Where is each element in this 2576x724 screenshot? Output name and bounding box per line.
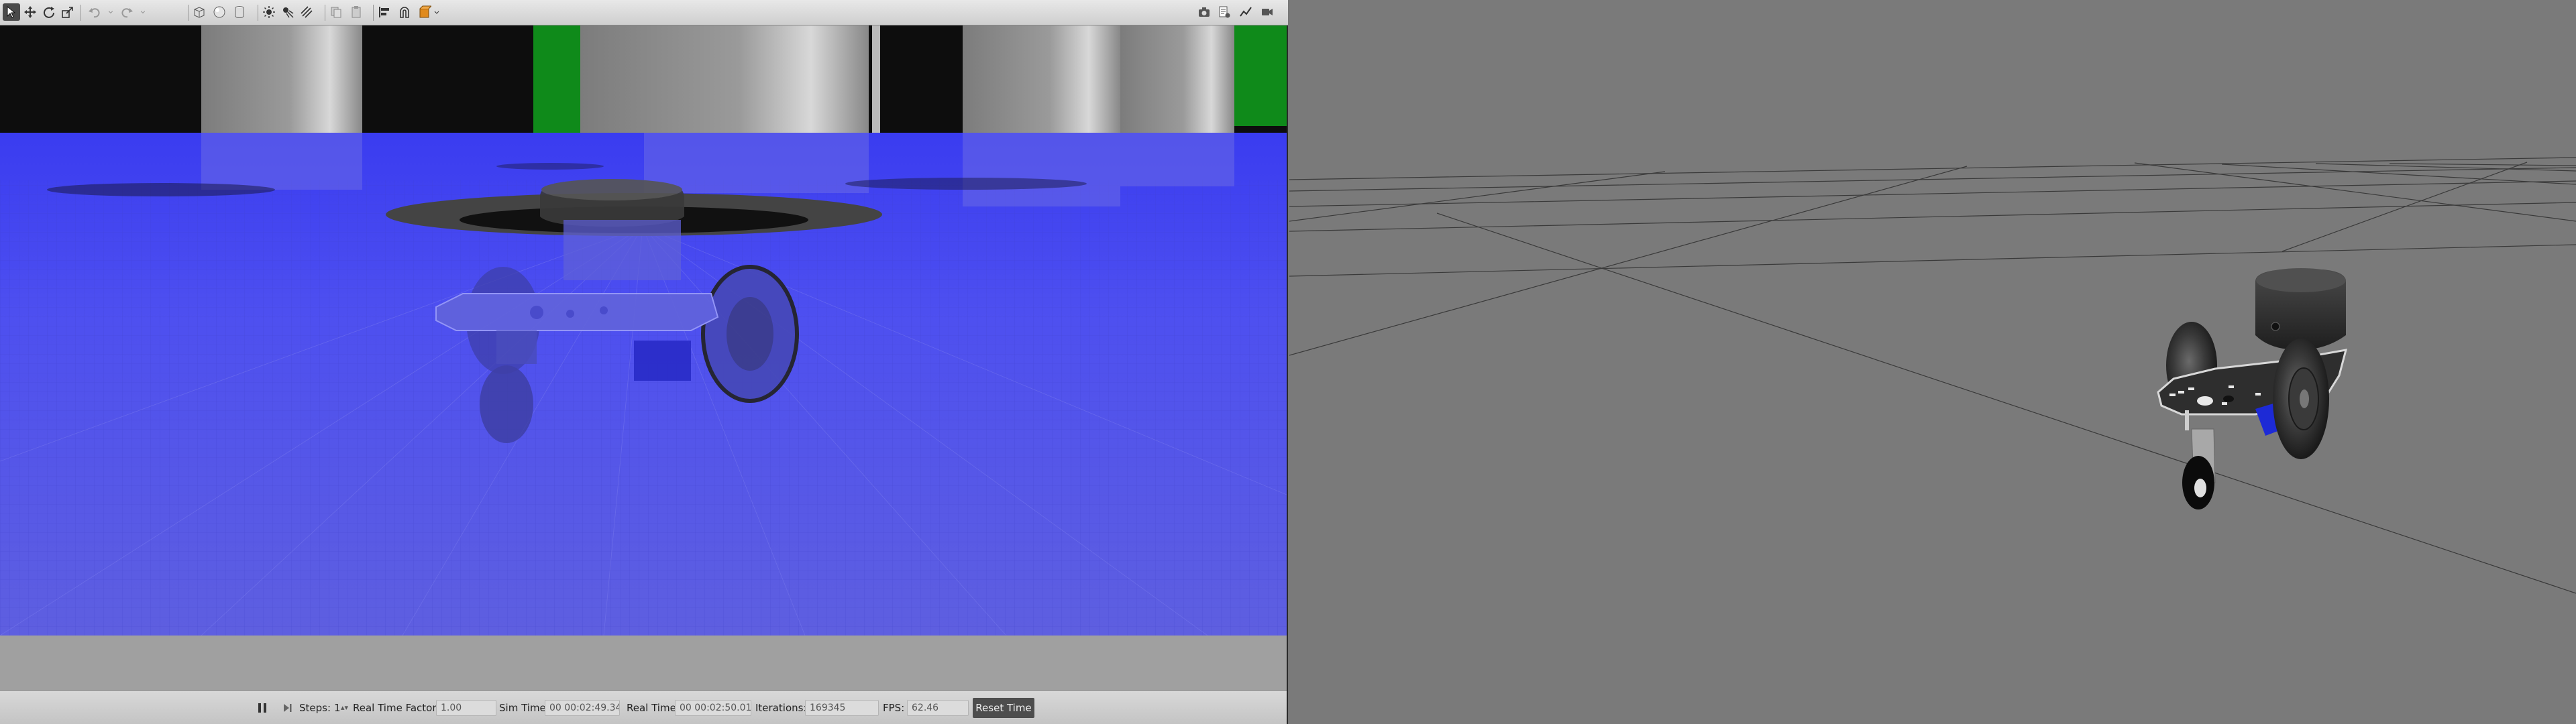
log-button[interactable] — [1216, 3, 1233, 21]
step-forward-icon — [284, 704, 292, 712]
snap-button[interactable] — [396, 3, 413, 21]
chevron-down-icon — [108, 11, 113, 14]
box-shape-button[interactable] — [191, 3, 208, 21]
pause-icon — [258, 703, 266, 713]
plot-icon — [1240, 7, 1252, 17]
step-button[interactable] — [280, 701, 295, 715]
gazebo-window: Steps: 1 ▴▾ Real Time Factor: 1.00 Sim T… — [0, 0, 1288, 724]
pillar — [1120, 25, 1234, 146]
sim-time-field: 00 00:02:49.345 — [545, 700, 620, 716]
undo-history-button[interactable] — [106, 3, 115, 21]
chevron-down-icon — [140, 11, 146, 14]
box-icon — [194, 7, 205, 18]
select-tool-button[interactable] — [3, 3, 20, 21]
screenshot-button[interactable] — [1195, 3, 1213, 21]
directional-light-button[interactable] — [298, 3, 315, 21]
align-icon — [379, 7, 389, 17]
rotate-icon — [44, 7, 54, 18]
align-button[interactable] — [376, 3, 393, 21]
copy-icon — [331, 7, 341, 18]
iterations-field: 169345 — [805, 700, 879, 716]
redo-button[interactable] — [118, 3, 136, 21]
record-video-button[interactable] — [1258, 3, 1276, 21]
point-light-icon — [263, 6, 275, 18]
redo-icon — [121, 8, 133, 18]
cylinder-icon — [235, 6, 244, 18]
real-time-field: 00 00:02:50.010 — [675, 700, 751, 716]
paste-button[interactable] — [347, 3, 365, 21]
sphere-icon — [213, 6, 225, 18]
sphere-shape-button[interactable] — [211, 3, 228, 21]
steps-spinner-icon[interactable]: ▴▾ — [341, 701, 348, 715]
chevron-down-icon — [434, 11, 439, 14]
arrow-cursor-icon — [7, 5, 16, 18]
pause-button[interactable] — [255, 701, 270, 715]
real-time-label: Real Time: — [627, 702, 680, 714]
fps-field: 62.46 — [907, 700, 969, 716]
spot-light-icon — [283, 7, 294, 18]
video-icon — [1262, 9, 1273, 15]
change-view-button[interactable] — [416, 3, 433, 21]
translate-tool-button[interactable] — [21, 3, 39, 21]
sim-time-label: Sim Time: — [499, 702, 549, 714]
paste-icon — [352, 6, 361, 18]
iterations-label: Iterations: — [755, 702, 807, 714]
robot-viewport[interactable] — [1289, 0, 2576, 724]
scene-render — [0, 25, 1287, 690]
steps-label: Steps: — [299, 702, 331, 714]
scale-tool-button[interactable] — [59, 3, 76, 21]
steps-value[interactable]: 1 — [334, 701, 341, 715]
copy-button[interactable] — [327, 3, 345, 21]
undo-icon — [89, 8, 100, 18]
green-wall — [1231, 25, 1287, 126]
real-time-factor-field: 1.00 — [436, 700, 496, 716]
render-viewport[interactable] — [0, 25, 1287, 690]
redo-history-button[interactable] — [138, 3, 148, 21]
status-bar: Steps: 1 ▴▾ Real Time Factor: 1.00 Sim T… — [0, 690, 1287, 724]
cylinder-shape-button[interactable] — [231, 3, 248, 21]
point-light-button[interactable] — [260, 3, 278, 21]
camera-icon — [1199, 7, 1210, 17]
directional-light-icon — [301, 6, 313, 18]
robot-scene-render — [1289, 0, 2576, 724]
real-time-factor-label: Real Time Factor: — [353, 702, 440, 714]
rotate-tool-button[interactable] — [40, 3, 58, 21]
spot-light-button[interactable] — [279, 3, 297, 21]
move-arrows-icon — [24, 6, 36, 18]
view-options-button[interactable] — [433, 3, 440, 21]
toolbar — [0, 0, 1288, 25]
view-cube-icon — [419, 5, 431, 18]
plot-button[interactable] — [1237, 3, 1254, 21]
fps-label: FPS: — [883, 702, 905, 714]
ground-plane — [0, 636, 1287, 690]
scale-icon — [62, 7, 73, 18]
log-icon — [1219, 6, 1230, 18]
undo-button[interactable] — [86, 3, 103, 21]
magnet-icon — [400, 7, 409, 18]
reset-time-button[interactable]: Reset Time — [973, 698, 1034, 718]
